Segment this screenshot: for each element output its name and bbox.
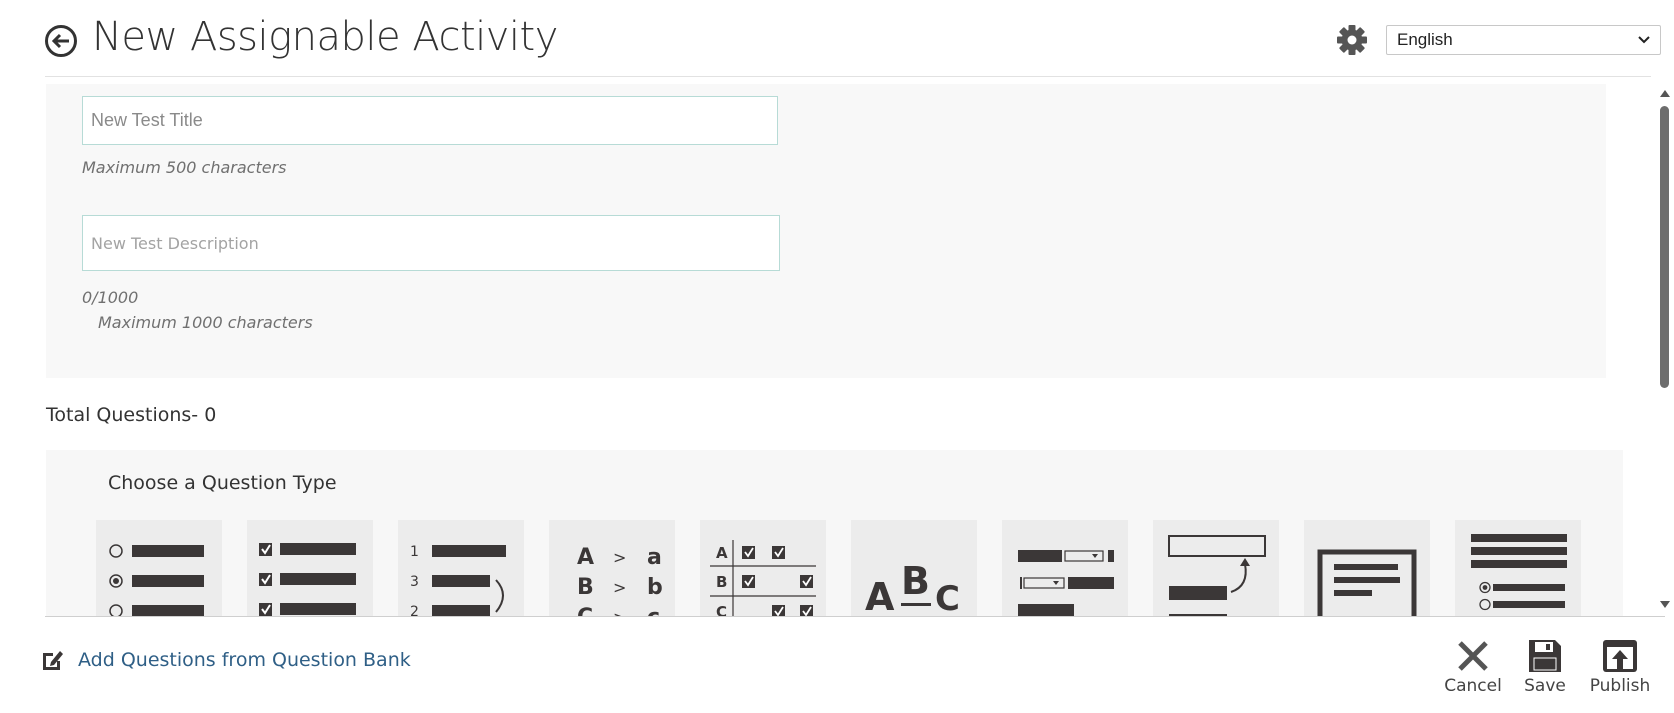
header: New Assignable Activity English	[0, 0, 1674, 78]
question-type-ordering[interactable]: 1 3 2	[398, 520, 524, 616]
question-type-essay[interactable]	[1304, 520, 1430, 616]
publish-button[interactable]: Publish	[1580, 638, 1660, 698]
fill-in-blank-icon: A B C	[865, 559, 960, 616]
multiple-choice-icon	[109, 544, 204, 616]
title-max-hint: Maximum 500 characters	[82, 158, 287, 177]
chooser-heading: Choose a Question Type	[108, 472, 337, 494]
multiple-response-icon	[259, 543, 356, 616]
matching-icon: Aa Bb Cc > > >	[577, 545, 663, 616]
drag-and-drop-icon	[1168, 535, 1266, 616]
language-select-value: English	[1397, 30, 1453, 49]
svg-text:A: A	[577, 545, 594, 570]
description-max-hint: Maximum 1000 characters	[98, 313, 313, 332]
save-button[interactable]: Save	[1505, 638, 1585, 698]
passage-icon	[1471, 534, 1567, 611]
svg-text:>: >	[613, 608, 626, 616]
scrollbar-thumb[interactable]	[1660, 106, 1669, 388]
scroll-down-arrow-icon[interactable]	[1659, 600, 1671, 610]
svg-text:C: C	[716, 603, 727, 616]
svg-text:C: C	[935, 579, 960, 616]
essay-icon	[1317, 549, 1417, 616]
question-type-matrix[interactable]: ABC	[700, 520, 826, 616]
svg-text:2: 2	[410, 604, 419, 616]
header-divider	[45, 76, 1651, 77]
question-type-passage[interactable]	[1455, 520, 1581, 616]
svg-text:B: B	[577, 575, 594, 600]
test-details-panel: New Test Title Maximum 500 characters Ne…	[46, 84, 1606, 378]
main-scroll-area: New Test Title Maximum 500 characters Ne…	[0, 78, 1674, 616]
question-type-fill-in-blank[interactable]: A B C	[851, 520, 977, 616]
svg-text:A: A	[716, 544, 728, 562]
svg-text:b: b	[647, 575, 663, 600]
question-type-drag-and-drop[interactable]	[1153, 520, 1279, 616]
ordering-icon: 1 3 2	[410, 544, 506, 616]
cancel-button[interactable]: Cancel	[1433, 638, 1513, 698]
floppy-disk-icon	[1529, 640, 1561, 672]
scroll-up-arrow-icon[interactable]	[1659, 88, 1671, 98]
add-from-question-bank-label: Add Questions from Question Bank	[78, 649, 411, 671]
svg-text:1: 1	[410, 544, 419, 560]
total-questions: Total Questions- 0	[46, 404, 217, 426]
svg-text:B: B	[901, 559, 930, 603]
svg-text:a: a	[647, 545, 662, 570]
edit-square-icon	[43, 651, 63, 670]
test-title-input[interactable]: New Test Title	[82, 96, 778, 145]
matrix-icon: ABC	[710, 540, 816, 616]
svg-text:C: C	[577, 605, 593, 616]
gear-icon[interactable]	[1336, 24, 1368, 56]
svg-text:c: c	[647, 605, 660, 616]
cancel-label: Cancel	[1444, 676, 1502, 696]
close-icon	[1458, 641, 1488, 671]
test-title-placeholder: New Test Title	[91, 110, 203, 130]
add-from-question-bank-link[interactable]: Add Questions from Question Bank	[40, 646, 411, 674]
svg-text:>: >	[613, 578, 626, 597]
footer-divider	[45, 616, 1665, 617]
publish-label: Publish	[1589, 676, 1651, 696]
svg-text:A: A	[865, 575, 895, 616]
svg-text:>: >	[613, 548, 626, 567]
dropdown-icon	[1018, 550, 1114, 616]
svg-text:3: 3	[410, 574, 419, 590]
upload-icon	[1603, 640, 1637, 672]
chevron-down-icon	[1638, 36, 1650, 44]
question-type-multiple-choice[interactable]	[96, 520, 222, 616]
description-char-count: 0/1000	[82, 288, 139, 307]
question-type-multiple-response[interactable]	[247, 520, 373, 616]
svg-text:B: B	[716, 573, 727, 591]
test-description-input[interactable]: New Test Description	[82, 215, 780, 271]
page-title: New Assignable Activity	[92, 14, 558, 60]
back-arrow-icon[interactable]	[44, 24, 78, 58]
question-type-matching[interactable]: Aa Bb Cc > > >	[549, 520, 675, 616]
test-description-placeholder: New Test Description	[91, 233, 259, 253]
save-label: Save	[1524, 676, 1566, 696]
question-type-chooser: Choose a Question Type 1 3 2 A a B b C c…	[46, 450, 1623, 616]
question-type-dropdown[interactable]	[1002, 520, 1128, 616]
language-select[interactable]: English	[1386, 25, 1661, 55]
